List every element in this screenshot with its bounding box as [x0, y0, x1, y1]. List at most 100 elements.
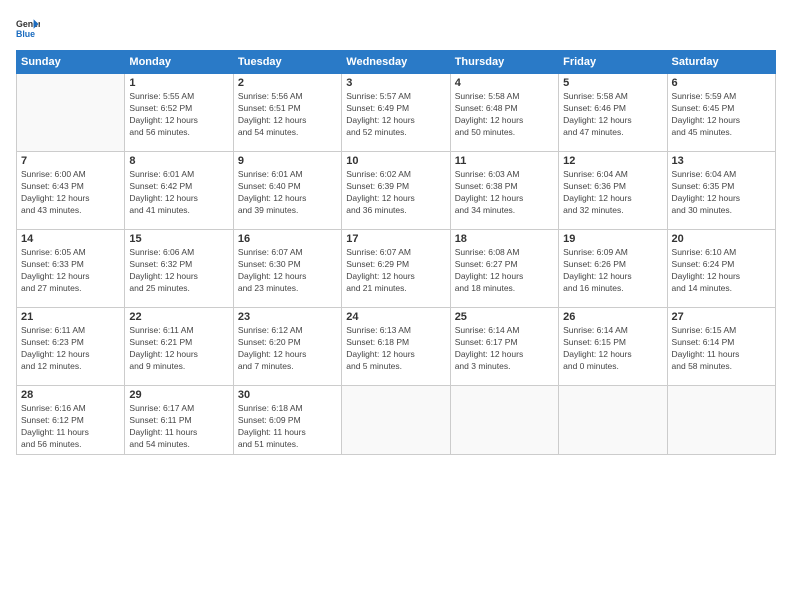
calendar-cell: [342, 386, 450, 455]
calendar-cell: 26 Sunrise: 6:14 AM Sunset: 6:15 PM Dayli…: [559, 308, 667, 386]
calendar-cell: 11 Sunrise: 6:03 AM Sunset: 6:38 PM Dayli…: [450, 152, 558, 230]
calendar-cell: [450, 386, 558, 455]
day-info: Sunrise: 6:06 AM Sunset: 6:32 PM Dayligh…: [129, 247, 228, 295]
day-info: Sunrise: 6:13 AM Sunset: 6:18 PM Dayligh…: [346, 325, 445, 373]
day-header-thursday: Thursday: [450, 51, 558, 74]
day-number: 4: [455, 77, 554, 89]
day-info: Sunrise: 6:00 AM Sunset: 6:43 PM Dayligh…: [21, 169, 120, 217]
calendar-cell: 16 Sunrise: 6:07 AM Sunset: 6:30 PM Dayli…: [233, 230, 341, 308]
calendar-cell: 19 Sunrise: 6:09 AM Sunset: 6:26 PM Dayli…: [559, 230, 667, 308]
day-info: Sunrise: 5:58 AM Sunset: 6:48 PM Dayligh…: [455, 91, 554, 139]
calendar-cell: 1 Sunrise: 5:55 AM Sunset: 6:52 PM Daylig…: [125, 74, 233, 152]
calendar-cell: 14 Sunrise: 6:05 AM Sunset: 6:33 PM Dayli…: [17, 230, 125, 308]
calendar-cell: 6 Sunrise: 5:59 AM Sunset: 6:45 PM Daylig…: [667, 74, 775, 152]
calendar-cell: 10 Sunrise: 6:02 AM Sunset: 6:39 PM Dayli…: [342, 152, 450, 230]
day-number: 29: [129, 389, 228, 401]
day-number: 11: [455, 155, 554, 167]
day-info: Sunrise: 6:04 AM Sunset: 6:35 PM Dayligh…: [672, 169, 771, 217]
day-info: Sunrise: 6:05 AM Sunset: 6:33 PM Dayligh…: [21, 247, 120, 295]
day-number: 25: [455, 311, 554, 323]
day-info: Sunrise: 6:14 AM Sunset: 6:15 PM Dayligh…: [563, 325, 662, 373]
calendar-cell: 15 Sunrise: 6:06 AM Sunset: 6:32 PM Dayli…: [125, 230, 233, 308]
day-number: 20: [672, 233, 771, 245]
day-info: Sunrise: 6:08 AM Sunset: 6:27 PM Dayligh…: [455, 247, 554, 295]
day-info: Sunrise: 6:12 AM Sunset: 6:20 PM Dayligh…: [238, 325, 337, 373]
day-number: 23: [238, 311, 337, 323]
day-number: 14: [21, 233, 120, 245]
calendar-cell: [17, 74, 125, 152]
calendar-cell: 24 Sunrise: 6:13 AM Sunset: 6:18 PM Dayli…: [342, 308, 450, 386]
calendar-cell: 3 Sunrise: 5:57 AM Sunset: 6:49 PM Daylig…: [342, 74, 450, 152]
calendar-cell: 12Sunrise: 6:04 AM Sunset: 6:36 PM Dayli…: [559, 152, 667, 230]
day-info: Sunrise: 5:58 AM Sunset: 6:46 PM Dayligh…: [563, 91, 662, 139]
day-number: 7: [21, 155, 120, 167]
calendar-cell: 7 Sunrise: 6:00 AM Sunset: 6:43 PM Daylig…: [17, 152, 125, 230]
calendar-cell: 21Sunrise: 6:11 AM Sunset: 6:23 PM Dayli…: [17, 308, 125, 386]
day-number: 10: [346, 155, 445, 167]
day-number: 9: [238, 155, 337, 167]
day-number: 30: [238, 389, 337, 401]
day-number: 22: [129, 311, 228, 323]
day-number: 26: [563, 311, 662, 323]
day-info: Sunrise: 5:59 AM Sunset: 6:45 PM Dayligh…: [672, 91, 771, 139]
day-number: 13: [672, 155, 771, 167]
calendar-cell: 20 Sunrise: 6:10 AM Sunset: 6:24 PM Dayli…: [667, 230, 775, 308]
day-info: Sunrise: 6:14 AM Sunset: 6:17 PM Dayligh…: [455, 325, 554, 373]
calendar-cell: 25 Sunrise: 6:14 AM Sunset: 6:17 PM Dayli…: [450, 308, 558, 386]
day-info: Sunrise: 6:01 AM Sunset: 6:42 PM Dayligh…: [129, 169, 228, 217]
day-number: 19: [563, 233, 662, 245]
day-info: Sunrise: 5:55 AM Sunset: 6:52 PM Dayligh…: [129, 91, 228, 139]
calendar-cell: 13 Sunrise: 6:04 AM Sunset: 6:35 PM Dayli…: [667, 152, 775, 230]
day-number: 24: [346, 311, 445, 323]
calendar-cell: [667, 386, 775, 455]
day-number: 5: [563, 77, 662, 89]
calendar-cell: 27 Sunrise: 6:15 AM Sunset: 6:14 PM Dayli…: [667, 308, 775, 386]
day-info: Sunrise: 6:11 AM Sunset: 6:23 PM Dayligh…: [21, 325, 120, 373]
day-number: 8: [129, 155, 228, 167]
day-number: 28: [21, 389, 120, 401]
day-info: Sunrise: 6:03 AM Sunset: 6:38 PM Dayligh…: [455, 169, 554, 217]
calendar: SundayMondayTuesdayWednesdayThursdayFrid…: [16, 50, 776, 455]
calendar-cell: 5 Sunrise: 5:58 AM Sunset: 6:46 PM Daylig…: [559, 74, 667, 152]
calendar-cell: 17 Sunrise: 6:07 AM Sunset: 6:29 PM Dayli…: [342, 230, 450, 308]
day-info: Sunrise: 6:10 AM Sunset: 6:24 PM Dayligh…: [672, 247, 771, 295]
day-number: 12: [563, 155, 662, 167]
calendar-cell: 22 Sunrise: 6:11 AM Sunset: 6:21 PM Dayli…: [125, 308, 233, 386]
day-info: Sunrise: 6:17 AM Sunset: 6:11 PM Dayligh…: [129, 403, 228, 451]
calendar-cell: 8 Sunrise: 6:01 AM Sunset: 6:42 PM Daylig…: [125, 152, 233, 230]
calendar-cell: 28 Sunrise: 6:16 AM Sunset: 6:12 PM Dayli…: [17, 386, 125, 455]
calendar-cell: 4 Sunrise: 5:58 AM Sunset: 6:48 PM Daylig…: [450, 74, 558, 152]
day-info: Sunrise: 6:07 AM Sunset: 6:30 PM Dayligh…: [238, 247, 337, 295]
day-number: 3: [346, 77, 445, 89]
calendar-cell: 23 Sunrise: 6:12 AM Sunset: 6:20 PM Dayli…: [233, 308, 341, 386]
day-info: Sunrise: 6:18 AM Sunset: 6:09 PM Dayligh…: [238, 403, 337, 451]
day-number: 2: [238, 77, 337, 89]
day-number: 16: [238, 233, 337, 245]
day-header-saturday: Saturday: [667, 51, 775, 74]
calendar-cell: 9 Sunrise: 6:01 AM Sunset: 6:40 PM Daylig…: [233, 152, 341, 230]
day-info: Sunrise: 5:57 AM Sunset: 6:49 PM Dayligh…: [346, 91, 445, 139]
calendar-cell: 2 Sunrise: 5:56 AM Sunset: 6:51 PM Daylig…: [233, 74, 341, 152]
day-number: 6: [672, 77, 771, 89]
day-number: 17: [346, 233, 445, 245]
logo: General Blue: [16, 16, 44, 40]
day-header-sunday: Sunday: [17, 51, 125, 74]
day-header-tuesday: Tuesday: [233, 51, 341, 74]
day-info: Sunrise: 6:16 AM Sunset: 6:12 PM Dayligh…: [21, 403, 120, 451]
calendar-cell: 29 Sunrise: 6:17 AM Sunset: 6:11 PM Dayli…: [125, 386, 233, 455]
day-info: Sunrise: 5:56 AM Sunset: 6:51 PM Dayligh…: [238, 91, 337, 139]
day-number: 18: [455, 233, 554, 245]
day-info: Sunrise: 6:07 AM Sunset: 6:29 PM Dayligh…: [346, 247, 445, 295]
day-info: Sunrise: 6:11 AM Sunset: 6:21 PM Dayligh…: [129, 325, 228, 373]
calendar-cell: 30 Sunrise: 6:18 AM Sunset: 6:09 PM Dayli…: [233, 386, 341, 455]
day-info: Sunrise: 6:09 AM Sunset: 6:26 PM Dayligh…: [563, 247, 662, 295]
day-info: Sunrise: 6:15 AM Sunset: 6:14 PM Dayligh…: [672, 325, 771, 373]
day-header-monday: Monday: [125, 51, 233, 74]
day-info: Sunrise: 6:02 AM Sunset: 6:39 PM Dayligh…: [346, 169, 445, 217]
day-number: 1: [129, 77, 228, 89]
day-number: 27: [672, 311, 771, 323]
day-number: 15: [129, 233, 228, 245]
calendar-cell: 18 Sunrise: 6:08 AM Sunset: 6:27 PM Dayli…: [450, 230, 558, 308]
day-header-friday: Friday: [559, 51, 667, 74]
day-info: Sunrise: 6:01 AM Sunset: 6:40 PM Dayligh…: [238, 169, 337, 217]
